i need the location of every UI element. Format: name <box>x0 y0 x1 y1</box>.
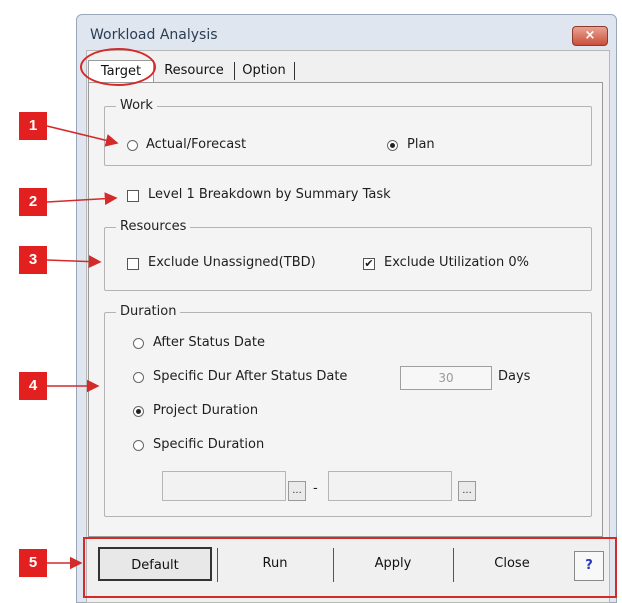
callout-marker-4: 4 <box>19 372 47 400</box>
callout-marker-1: 1 <box>19 112 47 140</box>
callout-arrow-3 <box>46 255 102 268</box>
callout-marker-2: 2 <box>19 188 47 216</box>
callout-arrow-1 <box>46 125 119 147</box>
callout-arrow-2 <box>46 192 118 206</box>
callout-arrows <box>46 125 119 570</box>
callout-marker-5: 5 <box>19 549 47 577</box>
callout-marker-3: 3 <box>19 246 47 274</box>
